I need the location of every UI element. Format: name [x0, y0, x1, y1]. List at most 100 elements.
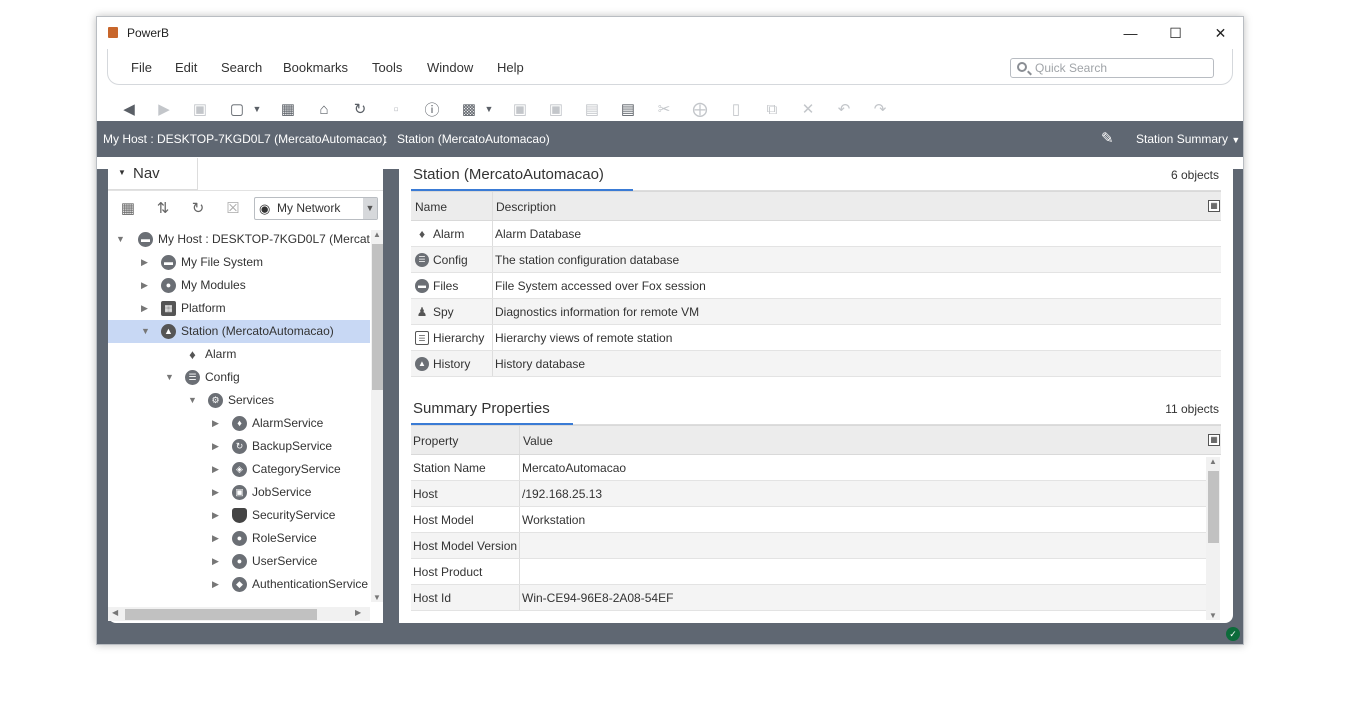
table-row[interactable]: Host Model Version: [411, 533, 1206, 559]
nav-horizontal-scrollbar[interactable]: ◀ ▶: [108, 607, 370, 621]
scroll-down-icon[interactable]: ▼: [373, 593, 381, 602]
tree-node-job-service[interactable]: ▶ ▣ JobService: [108, 481, 370, 504]
table-row[interactable]: Host /192.168.25.13: [411, 481, 1206, 507]
column-header-description[interactable]: Description: [496, 200, 556, 214]
scroll-thumb[interactable]: [125, 609, 317, 620]
redo-icon[interactable]: ↷: [870, 99, 890, 119]
tree-node-user-service[interactable]: ▶ ● UserService: [108, 550, 370, 573]
minimize-button[interactable]: —: [1108, 17, 1153, 49]
tree-node-authentication-service[interactable]: ▶ ◆ AuthenticationService: [108, 573, 370, 596]
tree-node-modules[interactable]: ▶ ● My Modules: [108, 274, 370, 297]
tree-node-backup-service[interactable]: ▶ ↻ BackupService: [108, 435, 370, 458]
maximize-button[interactable]: ☐: [1153, 17, 1198, 49]
column-header-property[interactable]: Property: [413, 434, 458, 448]
nav-tab[interactable]: ▼ Nav: [108, 158, 198, 190]
menu-tools[interactable]: Tools: [372, 60, 402, 75]
expand-icon[interactable]: ▶: [212, 435, 222, 458]
collapse-icon[interactable]: ▼: [141, 320, 151, 343]
scroll-left-icon[interactable]: ◀: [112, 608, 118, 617]
home-icon[interactable]: ⌂: [314, 99, 334, 119]
expand-icon[interactable]: ▶: [212, 481, 222, 504]
scroll-right-icon[interactable]: ▶: [355, 608, 361, 617]
tree-node-alarm-service[interactable]: ▶ ♦ AlarmService: [108, 412, 370, 435]
summary-vertical-scrollbar[interactable]: ▲ ▼: [1206, 457, 1220, 620]
column-header-name[interactable]: Name: [415, 200, 447, 214]
menu-file[interactable]: File: [131, 60, 152, 75]
scroll-up-icon[interactable]: ▲: [1209, 457, 1217, 466]
collapse-icon[interactable]: ▼: [188, 389, 198, 412]
refresh-icon[interactable]: ↻: [350, 99, 370, 119]
table-row[interactable]: ▬ Files File System accessed over Fox se…: [411, 273, 1221, 299]
nav-vertical-scrollbar[interactable]: ▲ ▼: [371, 230, 383, 602]
pencil-icon[interactable]: ✎: [1101, 129, 1114, 147]
expand-icon[interactable]: ▶: [212, 527, 222, 550]
table-row[interactable]: ♟ Spy Diagnostics information for remote…: [411, 299, 1221, 325]
collapse-icon[interactable]: ▼: [165, 366, 175, 389]
path-host[interactable]: My Host : DESKTOP-7KGD0L7 (MercatoAutoma…: [103, 132, 386, 146]
expand-icon[interactable]: ▶: [212, 573, 222, 596]
save-bog-icon[interactable]: ▤: [582, 99, 602, 119]
side-bars-icon[interactable]: ▢: [227, 99, 247, 119]
collapse-icon[interactable]: ▼: [116, 228, 126, 251]
tree-node-host[interactable]: ▼ ▬ My Host : DESKTOP-7KGD0L7 (MercatoAu…: [108, 228, 370, 251]
table-row[interactable]: ♦ Alarm Alarm Database: [411, 221, 1221, 247]
forward-icon[interactable]: ▶: [154, 99, 174, 119]
menu-window[interactable]: Window: [427, 60, 473, 75]
scroll-thumb[interactable]: [1208, 471, 1219, 543]
view-selector[interactable]: Station Summary ▼: [1136, 132, 1240, 146]
expand-icon[interactable]: ▶: [212, 412, 222, 435]
table-row[interactable]: ☰ Config The station configuration datab…: [411, 247, 1221, 273]
tree-node-alarm[interactable]: ♦ Alarm: [108, 343, 370, 366]
sort-icon[interactable]: ⇅: [152, 199, 174, 219]
tree-node-security-service[interactable]: ▶ SecurityService: [108, 504, 370, 527]
menu-search[interactable]: Search: [221, 60, 262, 75]
table-row[interactable]: Host Id Win-CE94-96E8-2A08-54EF: [411, 585, 1206, 611]
expand-icon[interactable]: ▶: [212, 458, 222, 481]
table-row[interactable]: Host Model Workstation: [411, 507, 1206, 533]
scroll-thumb[interactable]: [372, 244, 383, 390]
table-row[interactable]: Station Name MercatoAutomacao: [411, 455, 1206, 481]
folder-icon[interactable]: ▩: [459, 99, 479, 119]
column-header-value[interactable]: Value: [523, 434, 553, 448]
delete-icon[interactable]: ✕: [798, 99, 818, 119]
tree-node-config[interactable]: ▼ ☰ Config: [108, 366, 370, 389]
expand-icon[interactable]: ▶: [141, 274, 151, 297]
open-folder-icon[interactable]: ▦: [278, 99, 298, 119]
tree-node-platform[interactable]: ▶ ▦ Platform: [108, 297, 370, 320]
info-icon[interactable]: ⓘ: [422, 99, 442, 119]
menu-help[interactable]: Help: [497, 60, 524, 75]
tree-node-file-system[interactable]: ▶ ▬ My File System: [108, 251, 370, 274]
menu-bookmarks[interactable]: Bookmarks: [283, 60, 348, 75]
back-icon[interactable]: ◀: [119, 99, 139, 119]
tree-node-category-service[interactable]: ▶ ◈ CategoryService: [108, 458, 370, 481]
scroll-up-icon[interactable]: ▲: [373, 230, 381, 239]
tree-node-services[interactable]: ▼ ⚙ Services: [108, 389, 370, 412]
find-icon[interactable]: ▫: [386, 99, 406, 119]
export-icon[interactable]: ▤: [618, 99, 638, 119]
cut-icon[interactable]: ✂: [654, 99, 674, 119]
tree-node-role-service[interactable]: ▶ ● RoleService: [108, 527, 370, 550]
duplicate-icon[interactable]: ⧉: [762, 99, 782, 119]
expand-icon[interactable]: ▶: [212, 550, 222, 573]
menu-edit[interactable]: Edit: [175, 60, 197, 75]
paste-icon[interactable]: ▯: [726, 99, 746, 119]
table-row[interactable]: Host Product: [411, 559, 1206, 585]
quick-search-input[interactable]: Quick Search: [1010, 58, 1214, 78]
save-all-icon[interactable]: ▣: [546, 99, 566, 119]
tree-node-station[interactable]: ▼ ▲ Station (MercatoAutomacao): [108, 320, 370, 343]
expand-icon[interactable]: ▶: [141, 251, 151, 274]
chevron-down-icon[interactable]: ▼: [247, 99, 267, 119]
chevron-down-icon[interactable]: ▼: [479, 99, 499, 119]
expand-icon[interactable]: ▶: [212, 504, 222, 527]
close-button[interactable]: ✕: [1198, 17, 1243, 49]
path-station[interactable]: Station (MercatoAutomacao): [397, 132, 550, 146]
undo-icon[interactable]: ↶: [834, 99, 854, 119]
table-row[interactable]: ☰ Hierarchy Hierarchy views of remote st…: [411, 325, 1221, 351]
table-row[interactable]: ▲ History History database: [411, 351, 1221, 377]
close-icon[interactable]: ☒: [222, 199, 244, 219]
refresh-icon[interactable]: ↻: [187, 199, 209, 219]
expand-icon[interactable]: ▶: [141, 297, 151, 320]
column-chooser-icon[interactable]: ▦: [1208, 434, 1220, 446]
copy-icon[interactable]: ⨁: [690, 99, 710, 119]
network-select[interactable]: ◉ My Network ▼: [254, 197, 378, 220]
